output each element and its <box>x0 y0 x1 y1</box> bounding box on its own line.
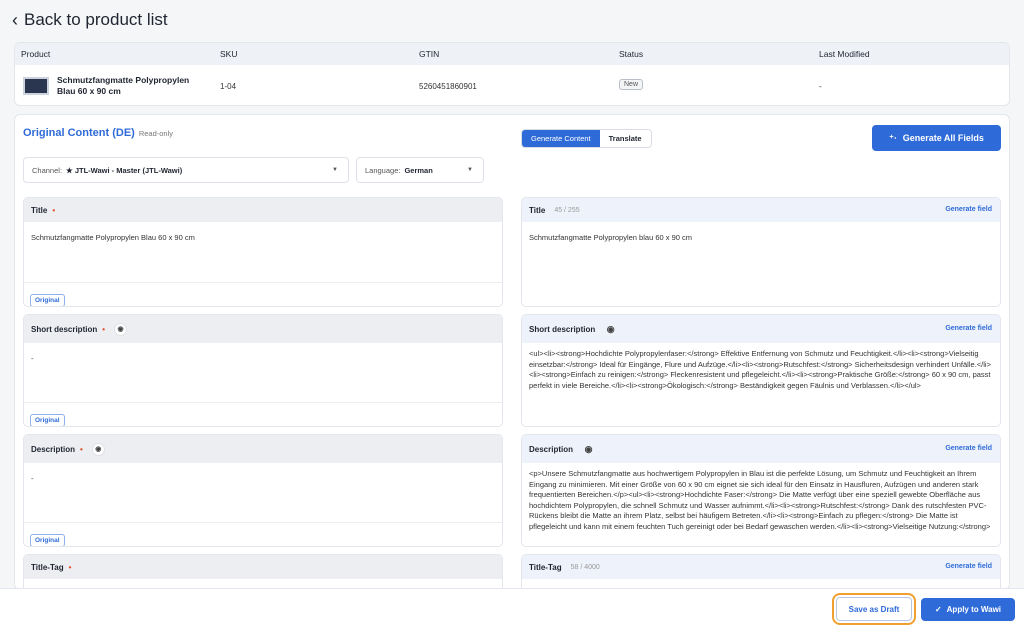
language-label: Language: <box>365 165 401 175</box>
check-icon: ✓ <box>934 605 942 614</box>
field-label: Short description <box>529 324 596 334</box>
required-marker: • <box>80 444 83 454</box>
character-count: 45 / 255 <box>554 206 580 214</box>
field-label: Title <box>31 205 48 215</box>
required-marker: • <box>52 205 56 215</box>
header-sku: SKU <box>220 49 238 59</box>
product-thumbnail <box>23 77 49 95</box>
save-as-draft-button[interactable]: Save as Draft <box>832 593 916 625</box>
table-header: Product SKU GTIN Status Last Modified <box>15 43 1009 65</box>
apply-to-wawi-button[interactable]: ✓ Apply to Wawi <box>921 598 1015 621</box>
tab-generate-content[interactable]: Generate Content <box>522 130 600 147</box>
generate-all-fields-button[interactable]: ⁺⋅ Generate All Fields <box>872 125 1001 151</box>
product-sku: 1-04 <box>220 82 237 91</box>
generated-short-description-card: Short description ◉ Generate field <ul><l… <box>521 314 1001 427</box>
eye-icon[interactable]: ◉ <box>604 323 617 336</box>
apply-label: Apply to Wawi <box>946 605 1002 614</box>
original-title-value: Schmutzfangmatte Polypropylen Blau 60 x … <box>31 233 195 242</box>
back-to-product-list-link[interactable]: ‹ Back to product list <box>12 10 168 30</box>
generated-title-tag-card: Title-Tag 58 / 4000 Generate field <box>521 554 1001 589</box>
top-bar: ‹ Back to product list <box>0 0 1024 42</box>
generated-description-card: Description ◉ Generate field <p>Unsere Sc… <box>521 434 1001 547</box>
product-name: Schmutzfangmatte Polypropylen Blau 60 x … <box>57 75 190 96</box>
original-content-heading: Original Content (DE) Read-only <box>23 127 173 139</box>
eye-icon[interactable]: ◉ <box>582 443 595 456</box>
product-gtin: 5260451860901 <box>419 82 477 91</box>
required-marker: • <box>102 324 106 334</box>
header-product: Product <box>21 49 51 59</box>
field-label: Title <box>529 205 546 215</box>
header-gtin: GTIN <box>419 49 440 59</box>
original-badge: Original <box>30 534 65 546</box>
header-last-modified: Last Modified <box>819 49 870 59</box>
caret-down-icon: ▼ <box>332 167 338 173</box>
action-bar: Save as Draft ✓ Apply to Wawi <box>0 588 1024 626</box>
original-title-card: Title • Schmutzfangmatte Polypropylen Bla… <box>23 197 503 307</box>
eye-icon[interactable]: ◉ <box>114 322 128 336</box>
field-label: Short description <box>31 324 98 334</box>
chevron-left-icon: ‹ <box>12 10 18 30</box>
generate-field-button[interactable]: Generate field <box>945 206 992 213</box>
eye-icon[interactable]: ◉ <box>91 442 105 456</box>
generate-field-button[interactable]: Generate field <box>945 563 992 570</box>
field-label: Description <box>31 444 76 454</box>
back-label: Back to product list <box>24 10 168 29</box>
product-summary-table: Product SKU GTIN Status Last Modified Sc… <box>14 42 1010 106</box>
header-status: Status <box>619 49 644 59</box>
field-label: Description <box>529 444 574 454</box>
caret-down-icon: ▼ <box>467 167 473 173</box>
tab-translate[interactable]: Translate <box>599 130 651 147</box>
generated-title-value[interactable]: Schmutzfangmatte Polypropylen blau 60 x … <box>522 222 1000 255</box>
original-description-card: Description • ◉ - Original <box>23 434 503 547</box>
language-value: German <box>404 165 433 175</box>
sparkle-icon: ⁺⋅ <box>889 132 897 143</box>
original-badge: Original <box>30 294 65 306</box>
channel-label: Channel: <box>32 165 63 175</box>
character-count: 58 / 4000 <box>570 563 600 571</box>
field-label: Title-Tag <box>31 562 64 572</box>
field-label: Title-Tag <box>529 562 562 572</box>
read-only-label: Read-only <box>138 129 174 138</box>
channel-select[interactable]: Channel: ★ JTL-Wawi - Master (JTL-Wawi) … <box>23 157 349 183</box>
original-description-value: - <box>31 474 34 483</box>
channel-value: ★ JTL-Wawi - Master (JTL-Wawi) <box>66 165 183 175</box>
language-select[interactable]: Language: German ▼ <box>356 157 484 183</box>
generated-title-card: Title 45 / 255 Generate field Schmutzfang… <box>521 197 1001 307</box>
generated-description-value[interactable]: <p>Unsere Schmutzfangmatte aus hochwerti… <box>522 463 1000 546</box>
original-content-title: Original Content (DE) <box>23 127 135 139</box>
generate-field-button[interactable]: Generate field <box>945 325 992 332</box>
required-marker: • <box>68 562 72 572</box>
status-badge: New <box>619 79 644 90</box>
original-title-tag-card: Title-Tag • <box>23 554 503 589</box>
generated-short-description-value[interactable]: <ul><li><strong>Hochdichte Polypropylenf… <box>522 343 1000 402</box>
mode-toggle: Generate Content Translate <box>521 129 652 148</box>
table-row: Schmutzfangmatte Polypropylen Blau 60 x … <box>15 65 1009 105</box>
original-short-description-card: Short description • ◉ - Original <box>23 314 503 427</box>
generate-field-button[interactable]: Generate field <box>945 445 992 452</box>
content-panel: Original Content (DE) Read-only Generate … <box>14 114 1010 590</box>
original-short-description-value: - <box>31 354 34 363</box>
last-modified-value: - <box>819 82 822 91</box>
generate-all-label: Generate All Fields <box>902 133 984 143</box>
original-badge: Original <box>30 414 65 426</box>
